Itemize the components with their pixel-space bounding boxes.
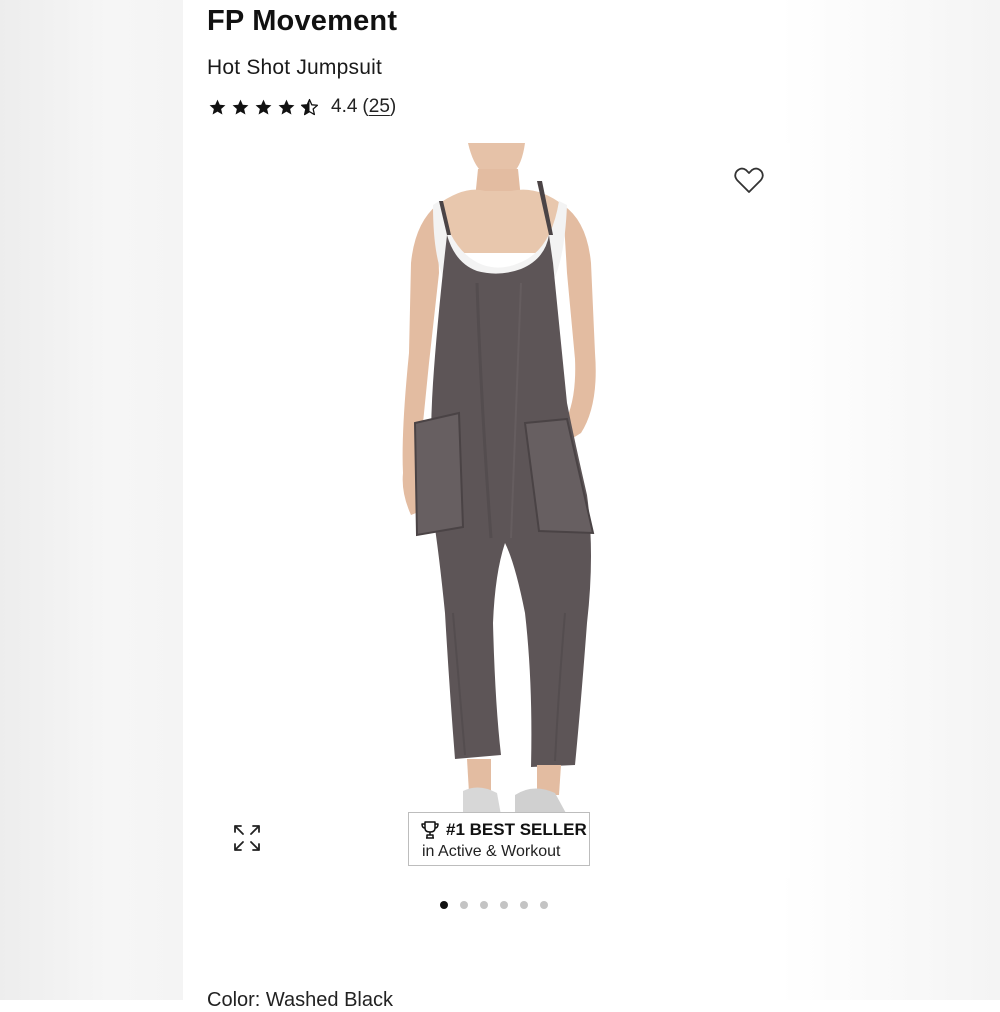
carousel-dot[interactable] (480, 901, 488, 909)
rating-summary[interactable]: 4.4 (25) (208, 93, 396, 121)
carousel-dot[interactable] (460, 901, 468, 909)
heart-outline-icon[interactable] (733, 165, 765, 195)
star-icon (232, 99, 249, 115)
left-backdrop (0, 0, 183, 1000)
best-seller-badge: #1 BEST SELLER in Active & Workout (408, 812, 590, 866)
product-title: Hot Shot Jumpsuit (207, 56, 382, 79)
star-icon (255, 99, 272, 115)
badge-category: in Active & Workout (422, 843, 561, 860)
carousel-dot[interactable] (540, 901, 548, 909)
selected-color-label: Color: Washed Black (207, 989, 393, 1011)
brand-name[interactable]: FP Movement (207, 5, 397, 38)
review-count[interactable]: 25 (369, 96, 390, 117)
badge-title: #1 BEST SELLER (446, 820, 587, 839)
trophy-icon (421, 821, 439, 839)
carousel-dot[interactable] (520, 901, 528, 909)
expand-arrows-icon[interactable] (232, 823, 262, 853)
half-star-icon (300, 98, 319, 115)
jumpsuit-model-illustration (402, 143, 596, 815)
product-image[interactable] (215, 143, 790, 878)
review-count-link[interactable]: (25) (362, 96, 396, 118)
carousel-dot[interactable] (500, 901, 508, 909)
right-backdrop (780, 0, 1000, 1000)
star-icon (278, 99, 295, 115)
rating-stars (208, 98, 319, 117)
review-close-paren: ) (389, 96, 397, 117)
carousel-dot[interactable] (440, 901, 448, 909)
rating-value: 4.4 (331, 96, 358, 117)
star-icon (209, 99, 226, 115)
carousel-dots (440, 901, 548, 909)
